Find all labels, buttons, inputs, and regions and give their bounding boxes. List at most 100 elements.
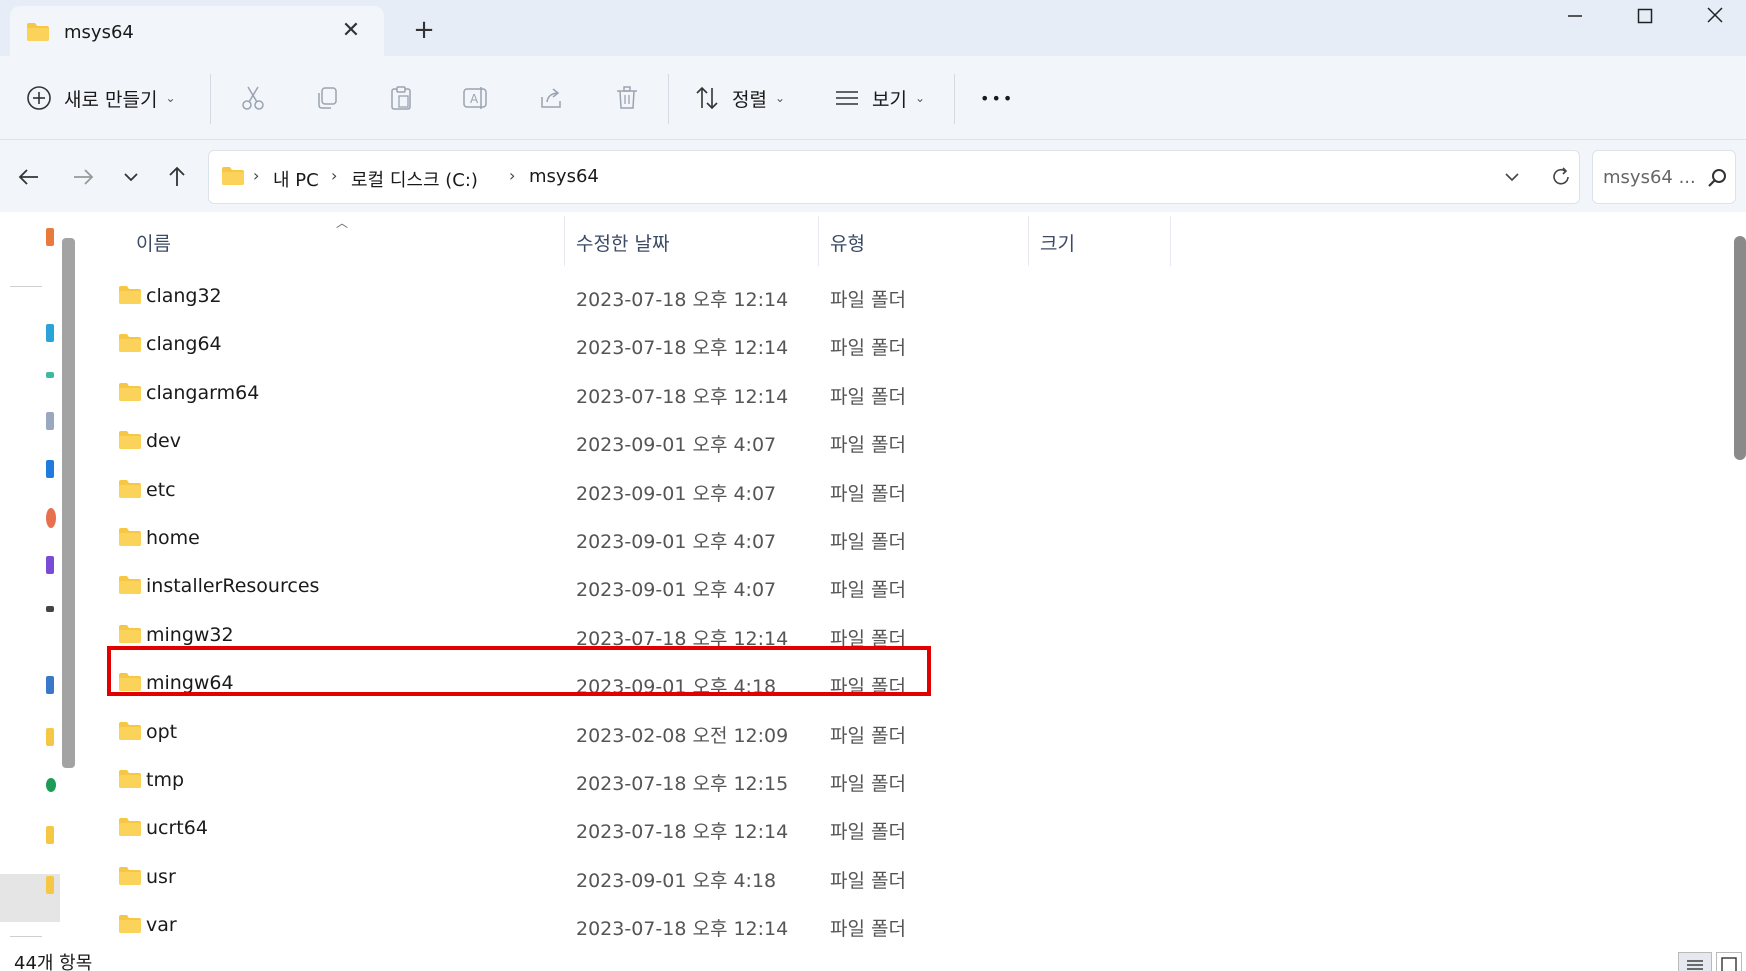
scissors-icon xyxy=(240,85,266,111)
recent-locations-button[interactable] xyxy=(116,162,146,192)
search-box[interactable]: msys64 ... xyxy=(1592,150,1736,204)
column-header-type[interactable]: 유형 xyxy=(830,222,865,266)
folder-icon[interactable] xyxy=(46,876,54,894)
file-modified-date: 2023-09-01 오후 4:07 xyxy=(576,579,777,602)
file-row-etc[interactable]: etc 2023-09-01 오후 4:07 파일 폴더 xyxy=(106,468,1666,512)
command-bar: 새로 만들기 ⌄ A 정렬 ⌄ 보기 ⌄ ••• xyxy=(0,56,1746,140)
tab-msys64[interactable]: msys64 ✕ xyxy=(10,6,384,56)
more-options-button[interactable]: ••• xyxy=(980,78,1014,118)
file-modified-date: 2023-07-18 오후 12:15 xyxy=(576,773,789,795)
view-button[interactable]: 보기 ⌄ xyxy=(834,78,925,118)
forward-button[interactable] xyxy=(68,162,98,192)
maximize-button[interactable] xyxy=(1610,0,1680,36)
nav-item-icon[interactable] xyxy=(46,460,54,478)
folder-icon xyxy=(118,721,142,745)
sort-button[interactable]: 정렬 ⌄ xyxy=(694,78,785,118)
new-button-label: 새로 만들기 xyxy=(64,88,158,111)
toolbar-divider xyxy=(954,74,955,124)
file-row-home[interactable]: home 2023-09-01 오후 4:07 파일 폴더 xyxy=(106,516,1666,560)
navigation-pane[interactable] xyxy=(0,212,84,971)
column-divider[interactable] xyxy=(1028,216,1029,266)
trash-icon xyxy=(614,85,640,111)
share-icon xyxy=(538,85,564,111)
nav-item-icon[interactable] xyxy=(46,556,54,574)
breadcrumb-this-pc[interactable]: 내 PC xyxy=(273,166,319,192)
file-modified-date: 2023-07-18 오후 12:14 xyxy=(576,385,789,408)
nav-item-icon[interactable] xyxy=(46,676,54,694)
column-divider[interactable] xyxy=(818,216,819,266)
file-name: etc xyxy=(146,478,176,501)
address-dropdown-icon[interactable] xyxy=(1503,168,1521,190)
nav-item-icon[interactable] xyxy=(46,372,54,378)
file-row-clang64[interactable]: clang64 2023-07-18 오후 12:14 파일 폴더 xyxy=(106,322,1666,366)
back-button[interactable] xyxy=(14,162,44,192)
file-row-var[interactable]: var 2023-07-18 오후 12:14 파일 폴더 xyxy=(106,903,1666,947)
file-name: installerResources xyxy=(146,575,320,598)
arrow-left-icon xyxy=(18,169,38,185)
share-button[interactable] xyxy=(538,78,564,118)
breadcrumb-msys64[interactable]: msys64 xyxy=(529,166,599,187)
sort-ascending-icon: ︿ xyxy=(336,216,349,230)
file-name: var xyxy=(146,914,177,937)
address-row: › 내 PC › 로컬 디스크 (C:) › msys64 msys64 ... xyxy=(0,140,1746,212)
file-modified-date: 2023-07-18 오후 12:14 xyxy=(576,289,789,311)
chevron-down-icon: ⌄ xyxy=(914,91,926,105)
breadcrumb-separator: › xyxy=(253,166,260,185)
folder-icon[interactable] xyxy=(46,728,54,746)
file-name: clangarm64 xyxy=(146,381,260,404)
nav-item-icon[interactable] xyxy=(46,412,54,430)
folder-icon xyxy=(221,166,245,190)
column-divider[interactable] xyxy=(1170,216,1171,266)
new-tab-button[interactable]: + xyxy=(410,16,438,44)
column-header-modified[interactable]: 수정한 날짜 xyxy=(576,222,669,266)
copy-button[interactable] xyxy=(314,78,340,118)
breadcrumb-local-disk[interactable]: 로컬 디스크 (C:) xyxy=(351,166,478,192)
file-type: 파일 폴더 xyxy=(830,531,906,553)
status-bar: 44개 항목 xyxy=(0,952,1746,971)
nav-scrollbar[interactable] xyxy=(62,238,75,768)
large-icons-view-button[interactable] xyxy=(1716,952,1742,971)
more-options-icon: ••• xyxy=(980,88,1015,108)
file-row-installerresources[interactable]: installerResources 2023-09-01 오후 4:07 파일 폴… xyxy=(106,564,1666,608)
close-window-button[interactable] xyxy=(1680,0,1746,36)
nav-item-icon[interactable] xyxy=(46,508,56,528)
rename-button[interactable]: A xyxy=(462,78,490,118)
file-row-clangarm64[interactable]: clangarm64 2023-07-18 오후 12:14 파일 폴더 xyxy=(106,371,1666,415)
delete-button[interactable] xyxy=(614,78,640,118)
details-view-button[interactable] xyxy=(1678,952,1712,971)
up-button[interactable] xyxy=(162,162,192,192)
svg-text:A: A xyxy=(470,92,479,106)
search-icon[interactable] xyxy=(1707,167,1729,193)
file-row-opt[interactable]: opt 2023-02-08 오전 12:09 파일 폴더 xyxy=(106,710,1666,754)
file-row-ucrt64[interactable]: ucrt64 2023-07-18 오후 12:14 파일 폴더 xyxy=(106,806,1666,850)
paste-button[interactable] xyxy=(388,78,414,118)
sort-arrows-icon xyxy=(694,85,720,111)
nav-item-icon[interactable] xyxy=(46,606,54,612)
file-row-clang32[interactable]: clang32 2023-07-18 오후 12:14 파일 폴더 xyxy=(106,274,1666,318)
file-row-usr[interactable]: usr 2023-09-01 오후 4:18 파일 폴더 xyxy=(106,855,1666,899)
tab-title: msys64 xyxy=(64,22,134,43)
column-header-size[interactable]: 크기 xyxy=(1040,222,1075,266)
file-row-tmp[interactable]: tmp 2023-07-18 오후 12:15 파일 폴더 xyxy=(106,758,1666,802)
minimize-button[interactable] xyxy=(1540,0,1610,36)
file-row-dev[interactable]: dev 2023-09-01 오후 4:07 파일 폴더 xyxy=(106,419,1666,463)
column-divider[interactable] xyxy=(564,216,565,266)
nav-divider xyxy=(10,286,42,287)
refresh-icon[interactable] xyxy=(1549,165,1573,193)
file-type: 파일 폴더 xyxy=(830,579,906,602)
toolbar-divider xyxy=(210,74,211,124)
nav-item-icon[interactable] xyxy=(46,778,56,792)
file-list-scrollbar[interactable] xyxy=(1734,236,1746,460)
new-button[interactable]: 새로 만들기 ⌄ xyxy=(26,78,176,118)
column-header-name[interactable]: 이름 xyxy=(136,222,171,266)
folder-icon[interactable] xyxy=(46,826,54,844)
file-type: 파일 폴더 xyxy=(830,724,906,747)
large-icons-view-icon xyxy=(1721,957,1737,971)
cut-button[interactable] xyxy=(240,78,266,118)
home-icon[interactable] xyxy=(46,228,54,246)
address-bar[interactable]: › 내 PC › 로컬 디스크 (C:) › msys64 xyxy=(208,150,1580,204)
view-button-label: 보기 xyxy=(872,88,907,111)
close-tab-icon[interactable]: ✕ xyxy=(338,18,364,44)
nav-item-icon[interactable] xyxy=(46,324,54,342)
file-modified-date: 2023-07-18 오후 12:14 xyxy=(576,918,789,941)
